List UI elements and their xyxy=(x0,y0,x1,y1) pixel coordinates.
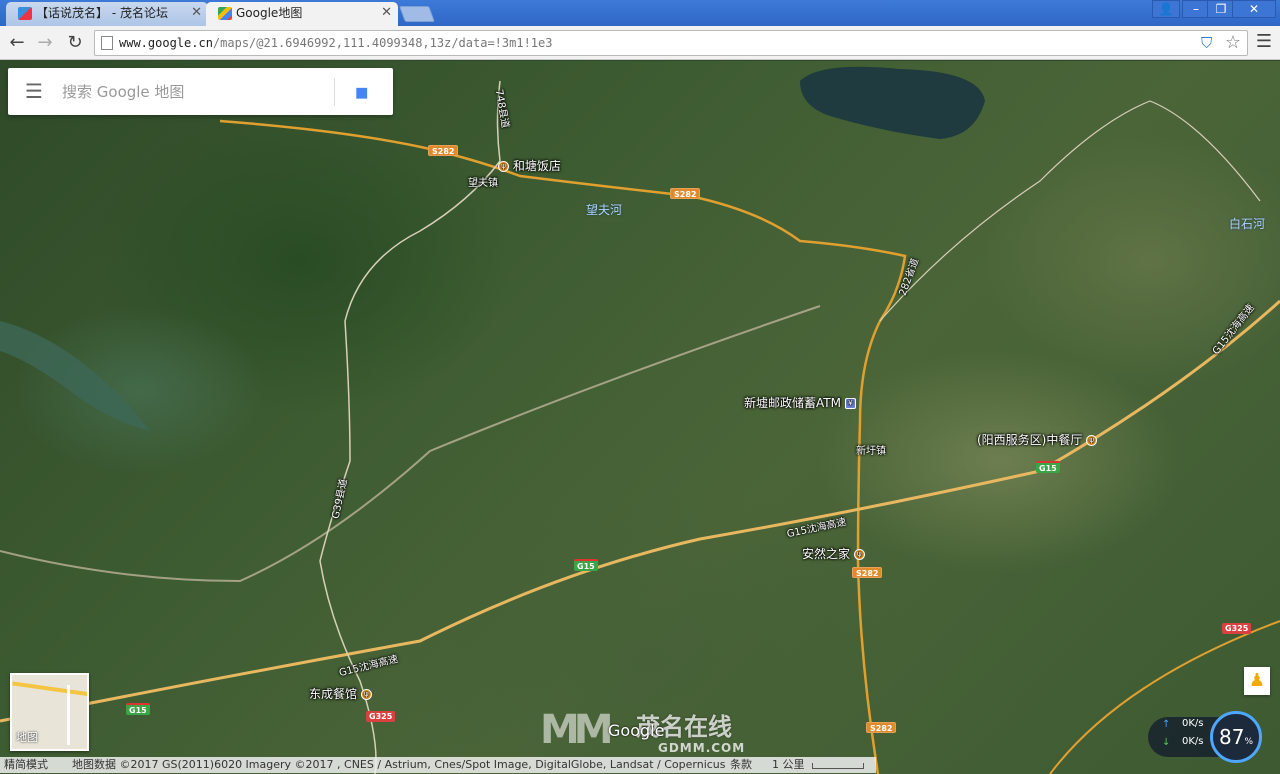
back-arrow-icon[interactable]: ← xyxy=(4,30,30,56)
close-tab-icon[interactable]: ✕ xyxy=(381,2,392,24)
road-shield-s282: S282 xyxy=(852,567,883,578)
town-label-wangfu: 望夫镇 xyxy=(468,178,498,189)
minimap-road xyxy=(12,681,87,697)
satellite-map[interactable]: ☰ ◆ S282 S282 S282 S282 282省道 G39县道 748县… xyxy=(0,61,1280,774)
forum-favicon-icon xyxy=(18,7,32,20)
river-label-wangfu: 望夫河 xyxy=(586,203,623,217)
download-speed: 0K/s xyxy=(1182,736,1204,747)
maximize-button[interactable]: ❐ xyxy=(1207,0,1235,18)
road-shield-s282: S282 xyxy=(428,145,459,156)
minimize-button[interactable]: – xyxy=(1182,0,1210,18)
town-label-xinxu: 新圩镇 xyxy=(856,446,886,457)
road-shield-g15: G15 xyxy=(126,703,150,715)
search-input[interactable] xyxy=(62,78,322,106)
terms-link[interactable]: 条款 xyxy=(730,757,752,773)
upload-arrow-icon: ↑ xyxy=(1162,719,1171,730)
forward-arrow-icon[interactable]: → xyxy=(32,30,58,56)
scale-label[interactable]: 1 公里 xyxy=(772,757,805,773)
road-network xyxy=(0,66,1280,774)
download-arrow-icon: ↓ xyxy=(1162,737,1171,748)
restaurant-icon: ψ xyxy=(498,161,509,172)
map-type-label: 地图 xyxy=(16,731,38,744)
poi-yangxi-service[interactable]: (阳西服务区)中餐厅 ψ xyxy=(977,431,1098,448)
map-footer: 精简模式 地图数据 ©2017 GS(2011)6020 Imagery ©20… xyxy=(0,757,876,773)
close-tab-icon[interactable]: ✕ xyxy=(191,2,202,24)
network-monitor: ↑ 0K/s ↓ 0K/s 87% xyxy=(1148,711,1274,763)
restaurant-icon: ψ xyxy=(1086,435,1098,446)
hamburger-menu-icon[interactable]: ☰ xyxy=(22,80,46,104)
tab-title: Google地图 xyxy=(236,6,303,20)
bookmark-star-icon[interactable]: ☆ xyxy=(1225,32,1241,53)
attribution-text: 地图数据 ©2017 GS(2011)6020 Imagery ©2017 , … xyxy=(72,758,726,771)
restaurant-icon: ψ xyxy=(360,689,372,700)
tab-title: 【话说茂名】 - 茂名论坛 xyxy=(36,6,168,20)
poi-hetang-restaurant[interactable]: ψ 和塘饭店 xyxy=(498,157,561,174)
map-type-toggle[interactable]: 地图 xyxy=(10,673,89,751)
road-shield-g15: G15 xyxy=(574,559,598,571)
tab-strip: 【话说茂名】 - 茂名论坛 ✕ Google地图 ✕ 👤 – ❐ ✕ xyxy=(0,0,1280,26)
divider xyxy=(334,78,335,106)
minimap-road xyxy=(67,685,70,745)
poi-xinxu-atm[interactable]: 新墟邮政储蓄ATM ¥ xyxy=(744,394,856,411)
road-shield-g15: G15 xyxy=(1036,461,1060,473)
user-icon[interactable]: 👤 xyxy=(1152,0,1180,18)
poi-dongcheng[interactable]: 东成餐馆 ψ xyxy=(309,685,372,702)
browser-toolbar: ← → ↻ www.google.cn/maps/@21.6946992,111… xyxy=(0,26,1280,60)
search-box: ☰ ◆ xyxy=(8,68,393,115)
tab-google-maps[interactable]: Google地图 ✕ xyxy=(206,2,398,26)
usage-gauge: 87% xyxy=(1210,711,1262,763)
new-tab-button[interactable] xyxy=(399,6,435,22)
pegman-icon[interactable]: ♟ xyxy=(1244,667,1270,695)
reservoir xyxy=(800,66,985,139)
road-shield-s282: S282 xyxy=(670,188,701,199)
url-text[interactable]: www.google.cn/maps/@21.6946992,111.40993… xyxy=(119,36,552,50)
reload-icon[interactable]: ↻ xyxy=(62,30,88,56)
browser-menu-icon[interactable]: ☰ xyxy=(1252,31,1276,55)
restaurant-icon: ψ xyxy=(853,549,865,560)
lite-mode-link[interactable]: 精简模式 xyxy=(4,757,48,773)
upload-speed: 0K/s xyxy=(1182,718,1204,729)
road-shield-g325: G325 xyxy=(366,711,396,722)
tab-maoming-forum[interactable]: 【话说茂名】 - 茂名论坛 ✕ xyxy=(6,2,208,26)
scale-bar xyxy=(812,763,864,769)
google-maps-favicon-icon xyxy=(218,7,232,20)
watermark-logo-icon: MM xyxy=(540,707,614,753)
page-icon xyxy=(101,36,113,50)
directions-icon[interactable]: ◆ xyxy=(347,76,378,107)
road-shield-g325: G325 xyxy=(1222,623,1252,634)
lake-west xyxy=(0,321,150,431)
google-logo: Google xyxy=(608,721,665,740)
watermark-domain: GDMM.COM xyxy=(658,741,746,755)
road-shield-s282: S282 xyxy=(866,722,897,733)
close-window-button[interactable]: ✕ xyxy=(1232,0,1276,18)
address-bar[interactable]: www.google.cn/maps/@21.6946992,111.40993… xyxy=(94,30,1248,56)
poi-anran[interactable]: 安然之家 ψ xyxy=(802,545,865,562)
shield-icon[interactable]: ⛉ xyxy=(1201,34,1217,52)
atm-icon: ¥ xyxy=(844,398,856,409)
river-label-baishi: 白石河 xyxy=(1229,217,1266,231)
